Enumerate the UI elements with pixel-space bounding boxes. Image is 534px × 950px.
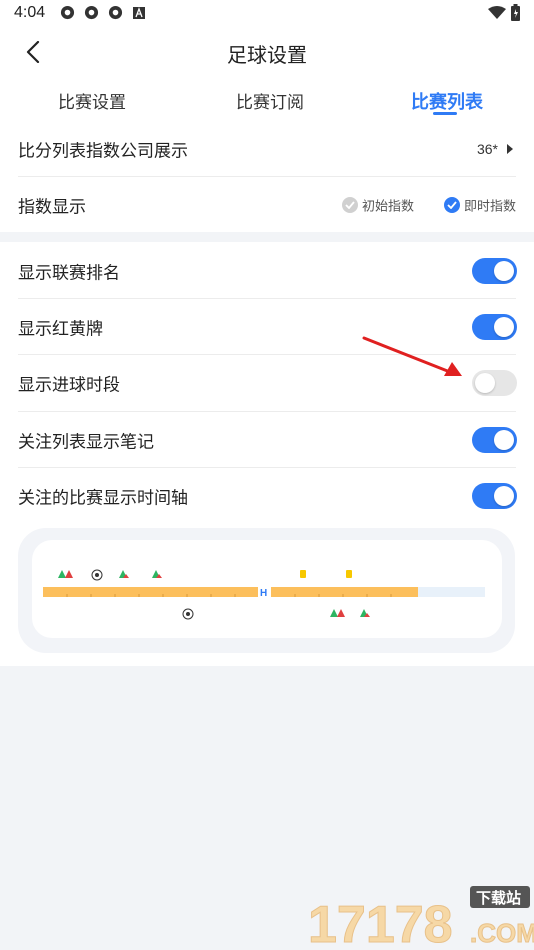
notification-icon — [108, 5, 123, 20]
toggle-label: 关注的比赛显示时间轴 — [18, 488, 188, 508]
index-settings-section: 比分列表指数公司展示 36* 指数显示 初始指数 即时指数 — [0, 126, 534, 232]
watermark: 17178 下载站 .COM — [304, 884, 534, 950]
toggle-label: 关注列表显示笔记 — [18, 432, 154, 452]
navigation-header: 足球设置 — [0, 28, 534, 74]
index-display-label: 指数显示 — [18, 197, 86, 217]
check-icon — [345, 201, 355, 209]
first-half-bar — [43, 587, 258, 597]
timeline-preview-card: H — [18, 528, 515, 653]
remaining-bar — [418, 587, 485, 597]
watermark-logo: 17178 下载站 .COM — [308, 886, 534, 950]
tab-match-settings[interactable]: 比赛设置 — [58, 88, 126, 113]
half-time-label: H — [260, 588, 267, 599]
goal-period-toggle[interactable] — [472, 370, 517, 396]
wifi-icon — [488, 6, 506, 19]
toggle-label: 显示联赛排名 — [18, 263, 120, 283]
app-letter-icon — [133, 7, 145, 19]
timeline-preview: H — [32, 540, 502, 638]
goal-icon — [182, 608, 194, 620]
index-display-row: 指数显示 初始指数 即时指数 — [0, 177, 534, 233]
league-rank-toggle[interactable] — [472, 258, 517, 284]
second-half-bar — [271, 587, 418, 597]
toggle-label: 显示红黄牌 — [18, 319, 103, 339]
toggle-row-timeline: 关注的比赛显示时间轴 — [0, 468, 534, 524]
follow-list-notes-toggle[interactable] — [472, 427, 517, 453]
substitution-icon — [119, 570, 129, 578]
display-toggles-section: 显示联赛排名 显示红黄牌 显示进球时段 关注列表显示笔记 关注的比赛显示时间轴 — [0, 242, 534, 666]
tab-match-subscription[interactable]: 比赛订阅 — [236, 88, 304, 113]
svg-text:下载站: 下载站 — [476, 889, 521, 907]
substitution-icon — [152, 570, 162, 578]
red-yellow-cards-toggle[interactable] — [472, 314, 517, 340]
toggle-label: 显示进球时段 — [18, 375, 120, 395]
toggle-knob — [494, 317, 514, 337]
follow-match-timeline-toggle[interactable] — [472, 483, 517, 509]
live-index-label[interactable]: 即时指数 — [464, 196, 516, 215]
substitution-icon — [58, 570, 73, 578]
toggle-knob — [475, 373, 495, 393]
substitution-icon — [360, 609, 370, 617]
svg-text:.COM: .COM — [470, 918, 534, 948]
tab-bar: 比赛设置 比赛订阅 比赛列表 — [0, 74, 534, 126]
substitution-icon — [330, 609, 345, 617]
toggle-knob — [494, 261, 514, 281]
score-list-company-label: 比分列表指数公司展示 — [18, 141, 188, 161]
status-bar: 4:04 — [0, 0, 534, 28]
toggle-row-league-rank: 显示联赛排名 — [0, 243, 534, 299]
check-icon — [447, 201, 457, 209]
score-list-company-value: 36* — [476, 141, 498, 157]
initial-index-checkbox[interactable] — [342, 197, 358, 213]
yellow-card-icon — [346, 570, 352, 578]
notification-icon — [84, 5, 99, 20]
initial-index-label[interactable]: 初始指数 — [362, 196, 414, 215]
annotation-arrow — [362, 336, 462, 376]
toggle-row-notes: 关注列表显示笔记 — [0, 412, 534, 468]
svg-text:17178: 17178 — [308, 896, 453, 950]
toggle-knob — [494, 430, 514, 450]
status-time: 4:04 — [14, 4, 46, 21]
yellow-card-icon — [300, 570, 306, 578]
live-index-checkbox[interactable] — [444, 197, 460, 213]
goal-icon — [91, 569, 103, 581]
caret-right-icon — [507, 144, 513, 154]
match-timeline-graphic: H — [43, 569, 485, 620]
page-title: 足球设置 — [227, 45, 307, 67]
tab-indicator — [433, 112, 457, 115]
battery-icon — [511, 4, 520, 21]
score-list-company-row[interactable]: 比分列表指数公司展示 36* — [0, 121, 534, 177]
tab-match-list[interactable]: 比赛列表 — [411, 88, 483, 114]
notification-icon — [60, 5, 75, 20]
toggle-knob — [494, 486, 514, 506]
